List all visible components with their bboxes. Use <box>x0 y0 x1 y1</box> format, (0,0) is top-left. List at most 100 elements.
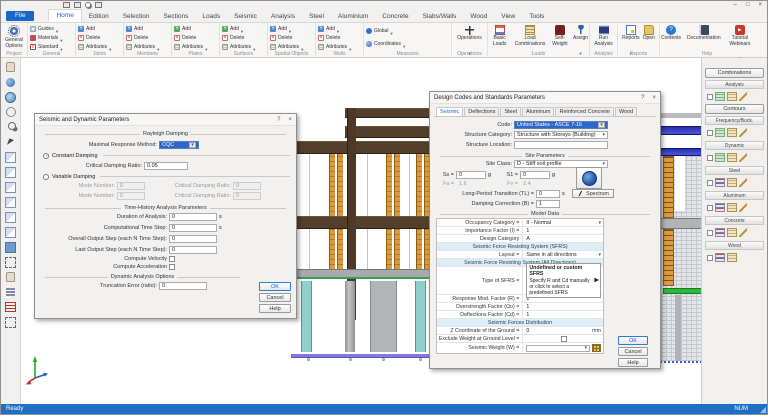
resize-grip[interactable] <box>760 407 766 413</box>
response-method-dropdown[interactable]: CQC <box>159 141 199 149</box>
view-bottom-icon[interactable] <box>4 225 17 239</box>
last-output-field[interactable]: 0 <box>169 246 217 254</box>
surfaces-add-button[interactable]: Add <box>222 25 267 33</box>
cancel-button[interactable]: Cancel <box>259 293 291 302</box>
spatial-add-button[interactable]: Add <box>270 25 315 33</box>
building-weight-icon[interactable] <box>592 344 601 352</box>
tab-steel[interactable]: Steel <box>302 11 331 22</box>
minimize-button[interactable]: – <box>734 1 737 10</box>
close-button[interactable]: × <box>758 1 762 10</box>
view-top-icon[interactable] <box>4 210 17 224</box>
tutorial-webinars-button[interactable]: Tutorial Webinars <box>726 24 754 52</box>
report-table-icon[interactable] <box>727 203 737 212</box>
critical-ratio-field[interactable]: 0 <box>233 192 261 200</box>
tab-wood[interactable]: Wood <box>615 107 637 116</box>
structure-category-dropdown[interactable]: Structure with Storeys (Building) <box>514 131 608 139</box>
walk-icon[interactable] <box>4 270 17 284</box>
dynamic-checkbox[interactable] <box>707 155 713 161</box>
results-table-icon[interactable] <box>715 92 725 101</box>
expand-arrow-icon[interactable] <box>594 277 599 285</box>
plates-delete-button[interactable]: Delete <box>174 34 219 42</box>
run-analysis-button[interactable]: Run Analysis <box>590 24 617 52</box>
joints-attributes-button[interactable]: Attributes <box>78 43 123 51</box>
truncation-field[interactable]: 0 <box>159 282 207 290</box>
constant-damping-radio[interactable] <box>43 153 49 159</box>
plates-attributes-button[interactable]: Attributes <box>174 43 219 51</box>
display-icon[interactable] <box>63 2 70 8</box>
clip-region-icon[interactable] <box>4 315 17 329</box>
s1-field[interactable]: 0 <box>520 171 550 179</box>
joints-add-button[interactable]: Add <box>78 25 123 33</box>
close-icon[interactable]: × <box>288 115 292 125</box>
section-wood[interactable]: Wood <box>705 241 764 250</box>
tab-edition[interactable]: Edition <box>82 11 116 22</box>
coordinates-button[interactable]: Coordinates <box>366 38 451 50</box>
zoom-icon[interactable] <box>85 2 91 8</box>
tab-selection[interactable]: Selection <box>116 11 157 22</box>
location-map-button[interactable] <box>576 167 602 189</box>
spectrum-button[interactable]: Spectrum <box>572 189 614 198</box>
long-period-field[interactable]: 0 <box>536 190 560 198</box>
view-right-icon[interactable] <box>4 195 17 209</box>
display-mode-icon[interactable] <box>4 285 17 299</box>
steel-checkbox[interactable] <box>707 180 713 186</box>
tab-slabs-walls[interactable]: Slabs/Walls <box>416 11 464 22</box>
free-rotate-icon[interactable] <box>4 105 17 119</box>
sfrs-type-selector[interactable]: Undefined or custom SFRS Specify R and C… <box>526 263 601 299</box>
orbit-selection-icon[interactable] <box>4 90 17 104</box>
report-table-icon[interactable] <box>727 92 737 101</box>
help-icon[interactable]: ? <box>641 93 644 103</box>
zoom-extents-icon[interactable] <box>4 255 17 269</box>
cancel-button[interactable]: Cancel <box>618 347 648 356</box>
documentation-button[interactable]: Documentation <box>686 24 722 52</box>
results-table-icon[interactable] <box>715 203 725 212</box>
tab-reinforced-concrete[interactable]: Reinforced Concrete <box>555 107 613 116</box>
edit-icon[interactable] <box>739 153 747 162</box>
critical-damping-field[interactable]: 0.05 <box>144 162 188 170</box>
maximize-button[interactable]: □ <box>746 1 750 10</box>
overstrength-field[interactable]: 1 <box>523 304 603 310</box>
duration-field[interactable]: 0 <box>169 213 217 221</box>
report-table-icon[interactable] <box>727 253 737 262</box>
edit-icon[interactable] <box>739 203 747 212</box>
members-add-button[interactable]: Add <box>126 25 171 33</box>
z-coordinate-field[interactable]: 0mm <box>523 328 603 334</box>
plates-add-button[interactable]: Add <box>174 25 219 33</box>
view-back-icon[interactable] <box>4 165 17 179</box>
view-isometric-icon[interactable] <box>4 240 17 254</box>
structure-location-field[interactable] <box>514 141 608 149</box>
tab-steel[interactable]: Steel <box>500 107 521 116</box>
section-analysis[interactable]: Analysis <box>705 80 764 89</box>
self-weight-button[interactable]: Self-Weight <box>549 24 571 52</box>
walls-add-button[interactable]: Add <box>318 25 363 33</box>
tab-seismic[interactable]: Seismic <box>227 11 264 22</box>
dialog-titlebar[interactable]: Design Codes and Standards Parameters ? … <box>430 92 660 104</box>
section-aluminum[interactable]: Aluminum <box>705 191 764 200</box>
pan-icon[interactable] <box>4 60 17 74</box>
select-icon[interactable] <box>4 135 17 149</box>
contours-button[interactable]: Contours <box>705 104 764 114</box>
help-button[interactable]: Help <box>259 304 291 313</box>
materials-button[interactable]: Materials <box>30 34 75 42</box>
report-table-icon[interactable] <box>727 228 737 237</box>
operations-button[interactable]: Operations <box>456 24 482 52</box>
guides-button[interactable]: Guides <box>30 25 75 33</box>
seismic-weight-dropdown[interactable] <box>526 345 590 352</box>
spatial-attributes-button[interactable]: Attributes <box>270 43 315 51</box>
layout-dropdown[interactable]: Same in all directions <box>523 252 603 258</box>
time-step-field[interactable]: 0 <box>169 224 217 232</box>
edit-icon[interactable] <box>739 128 747 137</box>
tab-home[interactable]: Home <box>48 9 81 22</box>
report-table-icon[interactable] <box>727 128 737 137</box>
aluminum-checkbox[interactable] <box>707 205 713 211</box>
open-report-button[interactable]: Open <box>642 24 656 52</box>
compute-acceleration-checkbox[interactable] <box>169 264 175 270</box>
tab-deflections[interactable]: Deflections <box>464 107 499 116</box>
analysis-checkbox[interactable] <box>707 94 713 100</box>
zoom-window-icon[interactable] <box>4 120 17 134</box>
tab-loads[interactable]: Loads <box>195 11 227 22</box>
basic-loads-button[interactable]: Basic Loads <box>488 24 511 52</box>
ok-button[interactable]: OK <box>259 282 291 291</box>
damping-correction-field[interactable]: 1 <box>536 200 560 208</box>
members-attributes-button[interactable]: Attributes <box>126 43 171 51</box>
